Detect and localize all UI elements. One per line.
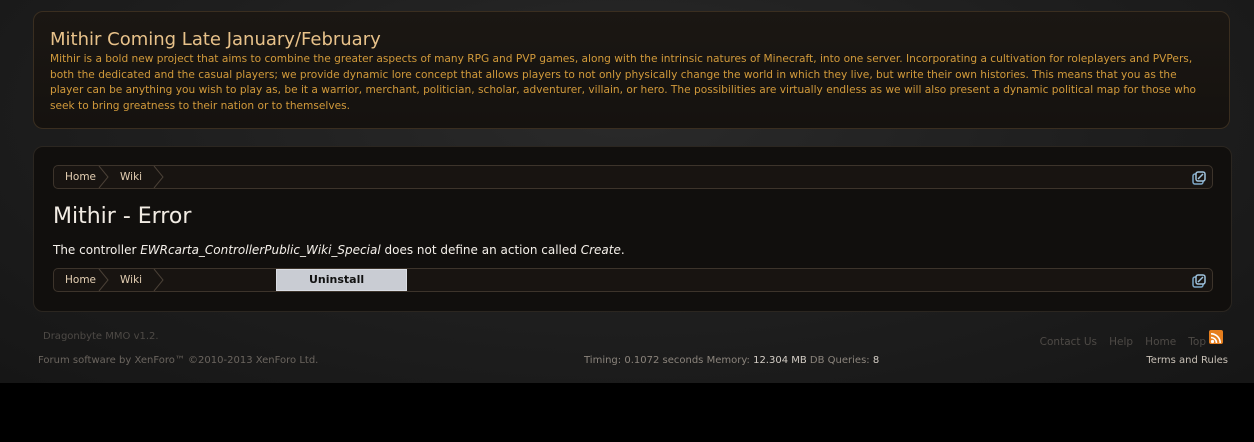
footer-link-help[interactable]: Help — [1109, 336, 1133, 348]
breadcrumb-separator-icon — [98, 269, 110, 291]
message-middle: does not define an action called — [380, 243, 581, 257]
db-value: 8 — [872, 355, 880, 366]
notice-title: Mithir Coming Late January/February — [50, 29, 381, 50]
debug-info: Timing: 0.1072 seconds Memory: 12.304 MB… — [584, 355, 879, 366]
breadcrumb-separator-icon — [153, 269, 165, 291]
action-name: Create — [580, 243, 621, 257]
db-label: DB Queries: — [806, 355, 873, 366]
breadcrumb-separator-icon — [153, 166, 165, 188]
footer-link-contact[interactable]: Contact Us — [1040, 336, 1097, 348]
timing-label: Timing: — [584, 355, 625, 366]
notice-body: Mithir is a bold new project that aims t… — [50, 53, 1197, 112]
uninstall-button[interactable]: Uninstall — [276, 269, 407, 291]
breadcrumb: Home Wiki — [53, 165, 1213, 189]
jump-to-icon[interactable] — [1192, 273, 1206, 288]
footer-copyright[interactable]: Forum software by XenForo™ ©2010-2013 Xe… — [38, 355, 318, 366]
notice-panel: Mithir Coming Late January/February Mith… — [33, 11, 1230, 129]
breadcrumb-home[interactable]: Home — [65, 269, 96, 291]
rss-icon[interactable] — [1209, 330, 1223, 344]
message-prefix: The controller — [53, 243, 141, 257]
breadcrumb-home[interactable]: Home — [65, 166, 96, 188]
breadcrumb-separator-icon — [98, 166, 110, 188]
jump-to-icon[interactable] — [1192, 170, 1206, 185]
content-panel: Home Wiki Mithir - Error The controller … — [33, 146, 1232, 312]
timing-unit: seconds Memory: — [659, 355, 754, 366]
page-title: Mithir - Error — [53, 204, 192, 229]
footer-link-home[interactable]: Home — [1145, 336, 1176, 348]
footer-links: Contact Us Help Home Top — [1033, 330, 1206, 348]
breadcrumb-bottom: Home Wiki — [53, 268, 1213, 292]
page-background: Mithir Coming Late January/February Mith… — [0, 0, 1254, 383]
footer-brand[interactable]: Dragonbyte MMO v1.2. — [43, 331, 159, 342]
memory-value: 12.304 MB — [753, 355, 807, 366]
footer-terms-link[interactable]: Terms and Rules — [1146, 355, 1228, 366]
breadcrumb-wiki[interactable]: Wiki — [120, 166, 142, 188]
controller-name: EWRcarta_ControllerPublic_Wiki_Special — [140, 243, 381, 257]
message-suffix: . — [620, 243, 625, 257]
timing-value: 0.1072 — [624, 355, 660, 366]
breadcrumb-wiki[interactable]: Wiki — [120, 269, 142, 291]
error-message: The controller EWRcarta_ControllerPublic… — [53, 242, 625, 258]
footer-link-top[interactable]: Top — [1188, 336, 1206, 348]
